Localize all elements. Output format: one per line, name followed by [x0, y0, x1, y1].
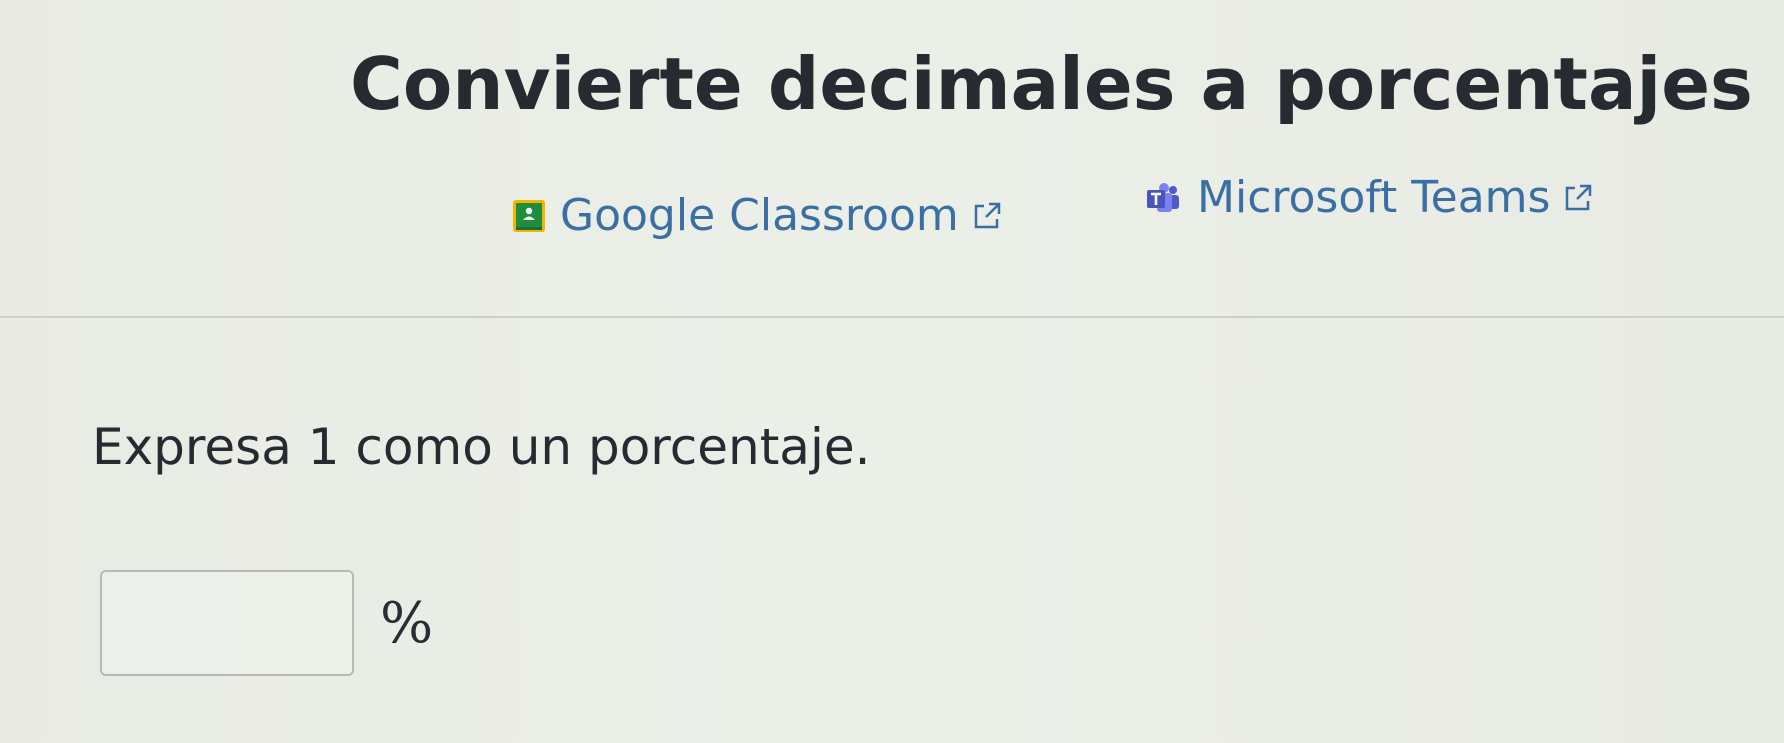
question-prompt: Expresa 1 como un porcentaje.	[92, 418, 871, 476]
google-classroom-icon	[513, 199, 545, 232]
section-divider	[0, 316, 1784, 318]
answer-input[interactable]	[100, 570, 354, 676]
answer-row: %	[100, 570, 433, 676]
exercise-page: Convierte decimales a porcentajes Google…	[0, 0, 1784, 743]
share-microsoft-teams-label: Microsoft Teams	[1197, 172, 1551, 223]
external-link-icon	[974, 202, 1000, 228]
external-link-icon	[1566, 184, 1592, 210]
share-google-classroom-label: Google Classroom	[560, 190, 959, 241]
microsoft-teams-icon	[1147, 182, 1179, 212]
exercise-title: Convierte decimales a porcentajes	[350, 42, 1753, 126]
percent-unit: %	[380, 590, 434, 656]
share-microsoft-teams-link[interactable]: Microsoft Teams	[1143, 172, 1594, 223]
share-google-classroom-link[interactable]: Google Classroom	[512, 190, 1003, 241]
